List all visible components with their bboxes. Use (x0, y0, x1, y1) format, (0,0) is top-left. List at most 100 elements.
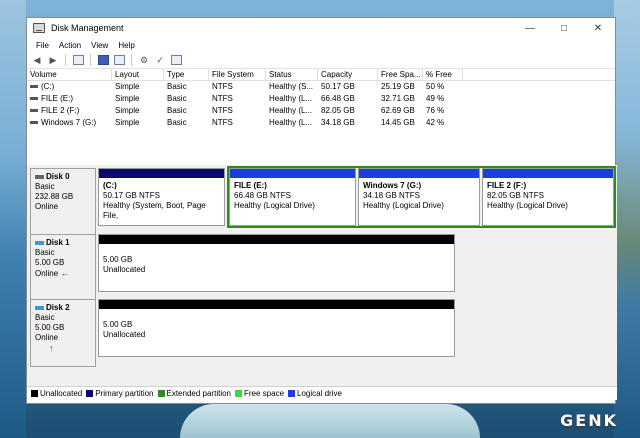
col-header-layout[interactable]: Layout (112, 69, 164, 80)
table-row[interactable]: Windows 7 (G:) Simple Basic NTFS Healthy… (27, 117, 615, 129)
disk-row-0: Disk 0 Basic 232.88 GB Online (C:) 50.17… (27, 166, 617, 236)
disk-size: 5.00 GB (35, 323, 65, 332)
toolbar-separator (65, 54, 66, 66)
legend-bar: Unallocated Primary partition Extended p… (27, 386, 617, 400)
desktop-background-left (0, 0, 26, 438)
legend-item: Unallocated (31, 389, 82, 398)
disk-row-1: Disk 1 Basic 5.00 GB Online ← 5.00 GB Un… (27, 234, 617, 302)
drive-icon (30, 97, 38, 101)
partition-f[interactable]: FILE 2 (F:) 82.05 GB NTFS Healthy (Logic… (482, 168, 614, 226)
back-arrow-icon[interactable]: ◀ (31, 54, 43, 66)
hard-disk-icon (35, 240, 44, 245)
partition-e[interactable]: FILE (E:) 66.48 GB NTFS Healthy (Logical… (229, 168, 356, 226)
partition-status: Healthy (Logical Drive) (363, 201, 444, 210)
col-header-free-space[interactable]: Free Spa... (378, 69, 423, 80)
title-bar[interactable]: Disk Management — □ ✕ (27, 18, 615, 38)
volume-capacity: 34.18 GB (321, 118, 355, 127)
disk-status: Online (35, 333, 59, 342)
volume-layout: Simple (115, 118, 140, 127)
partition-c[interactable]: (C:) 50.17 GB NTFS Healthy (System, Boot… (98, 168, 225, 226)
volume-percent-free: 50 % (426, 82, 445, 91)
disk-size: 5.00 GB (35, 258, 65, 267)
partition-size: 82.05 GB NTFS (487, 191, 544, 200)
settings-icon[interactable] (170, 54, 182, 66)
partition-name: Windows 7 (G:) (363, 181, 422, 190)
drive-icon (30, 85, 38, 89)
toolbar-separator (131, 54, 132, 66)
desktop-boat-image (180, 404, 480, 438)
volume-name: FILE (E:) (41, 94, 74, 103)
unallocated-label: Unallocated (103, 265, 146, 274)
disk-2-label[interactable]: Disk 2 Basic 5.00 GB Online ↑ (30, 299, 96, 367)
unallocated-space-disk-2[interactable]: 5.00 GB Unallocated (98, 299, 455, 357)
volume-file-system: NTFS (212, 94, 233, 103)
drive-icon (30, 121, 38, 125)
disk-graphical-view: Disk 0 Basic 232.88 GB Online (C:) 50.17… (27, 165, 617, 387)
volume-file-system: NTFS (212, 118, 233, 127)
col-header-capacity[interactable]: Capacity (318, 69, 378, 80)
disk-row-2: Disk 2 Basic 5.00 GB Online ↑ 5.00 GB Un… (27, 299, 617, 367)
col-header-file-system[interactable]: File System (209, 69, 266, 80)
partition-size: 66.48 GB NTFS (234, 191, 291, 200)
disk-1-label[interactable]: Disk 1 Basic 5.00 GB Online ← (30, 234, 96, 302)
volume-capacity: 82.05 GB (321, 106, 355, 115)
disk-type: Basic (35, 313, 55, 322)
minimize-button[interactable]: — (513, 18, 547, 38)
legend-item: Free space (235, 389, 284, 398)
properties-icon[interactable] (113, 54, 125, 66)
disk-management-app-icon (33, 23, 45, 33)
volume-list-header: Volume Layout Type File System Status Ca… (27, 69, 615, 81)
volume-capacity: 66.48 GB (321, 94, 355, 103)
table-row[interactable]: FILE 2 (F:) Simple Basic NTFS Healthy (L… (27, 105, 615, 117)
volume-name: (C:) (41, 82, 55, 91)
console-tree-icon[interactable] (72, 54, 84, 66)
window-title: Disk Management (51, 23, 124, 33)
volume-free-space: 62.69 GB (381, 106, 415, 115)
volume-status: Healthy (S... (269, 82, 314, 91)
volume-type: Basic (167, 118, 187, 127)
partition-status: Healthy (Logical Drive) (234, 201, 315, 210)
disk-name: Disk 1 (46, 238, 70, 247)
table-row[interactable]: (C:) Simple Basic NTFS Healthy (S... 50.… (27, 81, 615, 93)
red-arrow-annotation: ↑ (49, 343, 54, 353)
menu-file[interactable]: File (31, 41, 54, 50)
disk-management-window: Disk Management — □ ✕ File Action View H… (26, 17, 617, 404)
toolbar-separator (90, 54, 91, 66)
check-icon[interactable]: ✓ (154, 54, 166, 66)
partition-name: FILE (E:) (234, 181, 267, 190)
disk-status: Online (35, 269, 59, 278)
legend-swatch (235, 390, 242, 398)
partition-name: FILE 2 (F:) (487, 181, 527, 190)
volume-type: Basic (167, 94, 187, 103)
col-header-status[interactable]: Status (266, 69, 318, 80)
partition-name: (C:) (103, 181, 117, 190)
forward-arrow-icon[interactable]: ▶ (47, 54, 59, 66)
volume-layout: Simple (115, 106, 140, 115)
col-header-volume[interactable]: Volume (27, 69, 112, 80)
table-row[interactable]: FILE (E:) Simple Basic NTFS Healthy (L..… (27, 93, 615, 105)
partition-status: Healthy (Logical Drive) (487, 201, 568, 210)
volume-status: Healthy (L... (269, 118, 313, 127)
drive-icon (30, 109, 38, 113)
desktop-background-right (614, 0, 640, 438)
help-icon[interactable] (97, 54, 109, 66)
volume-percent-free: 42 % (426, 118, 445, 127)
disk-type: Basic (35, 182, 55, 191)
disk-0-label[interactable]: Disk 0 Basic 232.88 GB Online (30, 168, 96, 236)
col-header-type[interactable]: Type (164, 69, 209, 80)
hard-disk-icon (35, 174, 44, 179)
col-header-percent-free[interactable]: % Free (423, 69, 463, 80)
close-button[interactable]: ✕ (581, 18, 615, 38)
volume-type: Basic (167, 106, 187, 115)
volume-capacity: 50.17 GB (321, 82, 355, 91)
menu-help[interactable]: Help (113, 41, 139, 50)
partition-size: 50.17 GB NTFS (103, 191, 160, 200)
connect-key-icon[interactable]: ⚙ (138, 54, 150, 66)
menu-view[interactable]: View (86, 41, 113, 50)
volume-status: Healthy (L... (269, 94, 313, 103)
legend-item: Logical drive (288, 389, 342, 398)
maximize-button[interactable]: □ (547, 18, 581, 38)
menu-action[interactable]: Action (54, 41, 86, 50)
unallocated-space-disk-1[interactable]: 5.00 GB Unallocated (98, 234, 455, 292)
partition-g[interactable]: Windows 7 (G:) 34.18 GB NTFS Healthy (Lo… (358, 168, 480, 226)
